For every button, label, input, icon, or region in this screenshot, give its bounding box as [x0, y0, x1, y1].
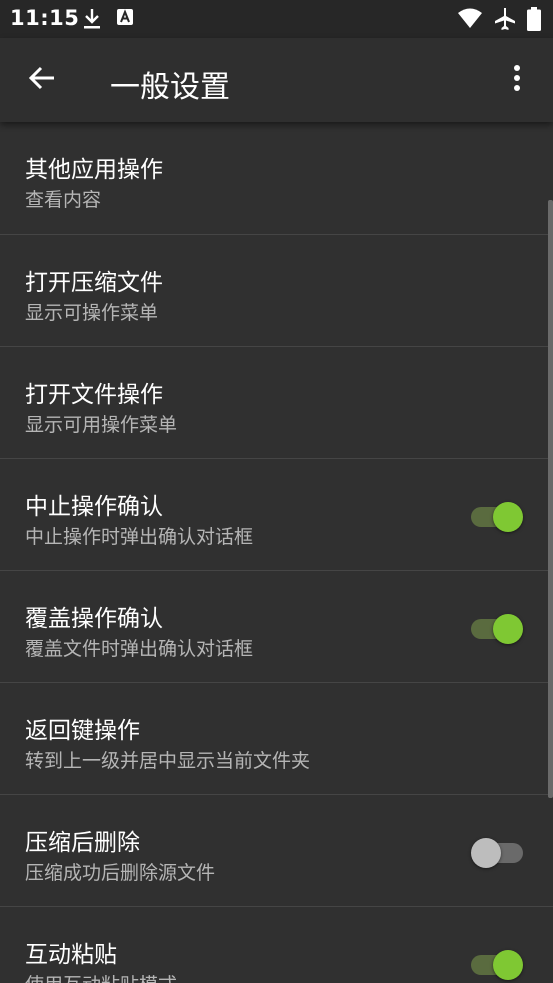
setting-open-archive[interactable]: 打开压缩文件 显示可操作菜单	[0, 235, 553, 347]
setting-subtitle: 使用互动粘贴模式	[25, 970, 177, 983]
abort-confirm-toggle[interactable]	[471, 502, 523, 532]
scrollbar[interactable]	[548, 200, 553, 798]
setting-other-app-action[interactable]: 其他应用操作 查看内容	[0, 122, 553, 235]
font-app-icon	[116, 8, 134, 34]
setting-interactive-paste[interactable]: 互动粘贴 使用互动粘贴模式	[0, 907, 553, 983]
setting-abort-confirm[interactable]: 中止操作确认 中止操作时弹出确认对话框	[0, 459, 553, 571]
status-time: 11:15	[10, 6, 80, 30]
arrow-back-icon	[28, 64, 56, 96]
setting-subtitle: 查看内容	[25, 189, 102, 211]
toggle-thumb	[471, 838, 501, 868]
status-notification-icons	[82, 8, 134, 34]
status-bar: 11:15	[0, 0, 553, 38]
interactive-paste-toggle[interactable]	[471, 950, 523, 980]
setting-subtitle: 转到上一级并居中显示当前文件夹	[25, 750, 311, 772]
toggle-thumb	[493, 502, 523, 532]
setting-title: 打开文件操作	[25, 382, 163, 408]
more-vert-icon	[513, 64, 521, 96]
setting-title: 压缩后删除	[25, 830, 140, 856]
wifi-icon	[457, 7, 483, 35]
status-system-icons	[457, 7, 541, 35]
setting-title: 中止操作确认	[25, 494, 163, 520]
back-button[interactable]	[20, 58, 64, 102]
more-options-button[interactable]	[495, 58, 539, 102]
app-bar: 一般设置	[0, 38, 553, 122]
setting-title: 打开压缩文件	[25, 270, 163, 296]
toggle-thumb	[493, 614, 523, 644]
toggle-thumb	[493, 950, 523, 980]
download-icon	[82, 8, 102, 34]
setting-subtitle: 压缩成功后删除源文件	[25, 862, 216, 884]
setting-subtitle: 覆盖文件时弹出确认对话框	[25, 638, 254, 660]
setting-open-file-action[interactable]: 打开文件操作 显示可用操作菜单	[0, 347, 553, 459]
setting-title: 互动粘贴	[25, 942, 117, 968]
setting-overwrite-confirm[interactable]: 覆盖操作确认 覆盖文件时弹出确认对话框	[0, 571, 553, 683]
battery-icon	[527, 7, 541, 35]
setting-title: 返回键操作	[25, 718, 140, 744]
delete-after-compress-toggle[interactable]	[471, 838, 523, 868]
settings-list[interactable]: 其他应用操作 查看内容 打开压缩文件 显示可操作菜单 打开文件操作 显示可用操作…	[0, 122, 553, 983]
setting-subtitle: 显示可用操作菜单	[25, 414, 178, 436]
setting-back-key-action[interactable]: 返回键操作 转到上一级并居中显示当前文件夹	[0, 683, 553, 795]
setting-subtitle: 中止操作时弹出确认对话框	[25, 526, 254, 548]
airplane-icon	[493, 7, 517, 35]
setting-delete-after-compress[interactable]: 压缩后删除 压缩成功后删除源文件	[0, 795, 553, 907]
setting-subtitle: 显示可操作菜单	[25, 302, 159, 324]
setting-title: 覆盖操作确认	[25, 606, 163, 632]
page-title: 一般设置	[110, 70, 230, 105]
overwrite-confirm-toggle[interactable]	[471, 614, 523, 644]
setting-title: 其他应用操作	[25, 157, 163, 183]
